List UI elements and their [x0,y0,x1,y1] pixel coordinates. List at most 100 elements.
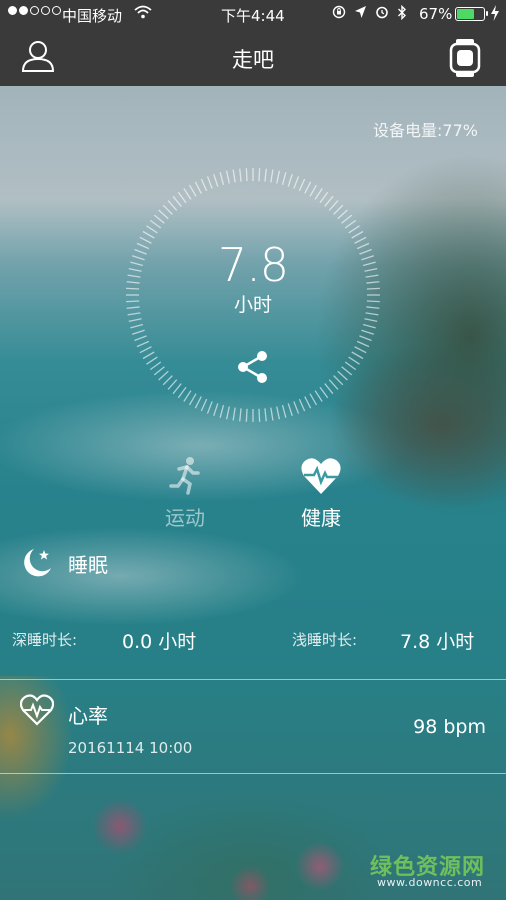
dial-tick [146,225,158,234]
dial-tick [239,168,242,182]
signal-dot [41,6,50,15]
dial-tick [225,170,230,184]
light-sleep-value: 7.8 小时 [400,631,475,653]
dial-tick [319,386,329,399]
share-button[interactable] [234,348,272,386]
tab-health[interactable]: 健康 [276,456,366,531]
heart-rate-date: 20161114 10:00 [68,739,193,757]
battery-percent: 67% [419,5,453,23]
dial-tick [245,168,248,182]
dial-tick [153,214,165,224]
signal-dot [52,6,61,15]
dial-tick [328,379,339,390]
dial-tick [245,408,248,422]
dial-tick [276,170,281,184]
top-bar: 中国移动 下午4:44 67% 走吧 [0,0,506,86]
dial-tick [200,178,208,192]
dial-tick [333,375,344,386]
dial-tick [194,181,202,194]
deep-sleep-value: 0.0 小时 [122,631,197,653]
dial-tick [264,408,267,422]
dial-tick [136,340,150,348]
dial-tick [341,214,353,224]
dial-tick [324,383,334,395]
heart-rate-icon [19,694,55,730]
dial-tick [314,390,323,402]
dial-tick [337,209,348,220]
watch-icon [446,39,484,82]
dial-tick [364,318,378,323]
divider [0,679,506,680]
dial-tick [188,184,197,197]
device-battery-text: 设备电量:77% [373,121,478,140]
signal-dot [30,6,39,15]
dial-tick [341,366,353,376]
dial-tick [276,406,281,420]
dial-tick [344,361,357,371]
dial-tick [270,407,274,421]
dial-tick [172,195,182,207]
tab-health-label: 健康 [301,506,341,530]
dial-tick [162,204,173,215]
dial-tick [309,393,318,406]
dial-unit: 小时 [233,294,272,316]
tab-exercise[interactable]: 运动 [140,456,230,531]
dial-tick [134,335,147,342]
signal-dot [8,6,17,15]
battery-icon [455,7,488,21]
dial-tick [206,176,213,189]
dial-tick [194,396,202,409]
dial-tick [361,329,374,335]
status-time: 下午4:44 [221,7,285,25]
status-bar: 中国移动 下午4:44 67% [0,0,506,28]
dial-tick [281,404,287,418]
dial-tick [348,225,360,234]
dial-tick [167,379,178,390]
dial-tick [287,403,293,416]
light-sleep-label: 浅睡时长: [292,631,358,649]
dial-tick [328,200,339,211]
dial-tick [149,361,162,371]
dial-tick [304,396,312,409]
dial-tick [206,401,213,414]
dial-tick [146,356,158,365]
dial-tick [167,200,178,211]
dial-tick [319,191,329,204]
dial-tick [158,370,169,381]
dial-tick [158,209,169,220]
dial-value: 7.8 [217,238,289,292]
heart-pulse-icon [276,456,366,496]
dial-tick [298,178,306,192]
dial-tick [298,398,306,412]
heart-rate-value: 98 bpm [413,716,486,738]
signal-dot [19,6,28,15]
dial-tick [139,346,152,354]
dial-tick [287,174,293,187]
dial-tick [213,174,219,187]
dial-tick [177,386,187,399]
dial-tick [324,195,334,207]
watermark-url: www.downcc.com [377,876,483,889]
deep-sleep-label: 深睡时长: [12,631,78,649]
device-button[interactable] [446,38,486,78]
dial-tick [348,356,360,365]
dial-tick [213,403,219,416]
dial-tick [281,172,287,186]
dial-tick [128,318,142,323]
dial-tick [225,406,230,420]
dial-tick [354,346,367,354]
rotation-lock-icon [332,5,346,24]
dial-tick [333,204,344,215]
carrier-name: 中国移动 [62,7,123,25]
page-title: 走吧 [232,48,274,72]
dial-tick [130,323,144,329]
divider [0,773,506,774]
dial-tick [219,404,225,418]
running-icon [140,456,230,496]
dial-tick [188,393,197,406]
sleep-title: 睡眠 [68,553,108,577]
battery-fill [457,9,475,19]
dial-tick [337,370,348,381]
dial-tick [219,172,225,186]
dial-tick [351,351,364,360]
